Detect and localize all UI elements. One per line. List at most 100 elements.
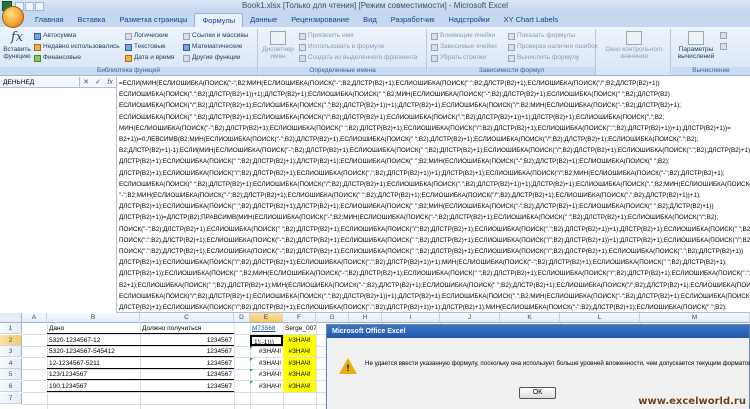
formula-text-line: "-";B2;МИН(ЕСЛИОШИБКА(ПОИСК("-";B2);ДЛСТ… bbox=[119, 192, 701, 200]
remove-arrows-button[interactable]: Убрать стрелки bbox=[431, 54, 486, 62]
cell-c3[interactable]: 1234567 bbox=[140, 346, 234, 358]
fx-icon[interactable]: fx bbox=[107, 79, 112, 86]
tab-data[interactable]: Данные bbox=[243, 13, 284, 27]
column-header-c[interactable]: C bbox=[140, 313, 234, 323]
cell-f2[interactable]: #ЗНАЧ! bbox=[283, 334, 316, 346]
logical-functions-button[interactable]: Логические bbox=[125, 32, 168, 40]
column-header-b[interactable]: B bbox=[47, 313, 140, 323]
datetime-functions-button[interactable]: Дата и время bbox=[125, 54, 174, 62]
formula-text-line: =ЕСЛИ(МИН(ЕСЛИОШИБКА(ПОИСК("-";B2;МИН(ЕС… bbox=[119, 80, 660, 87]
other-functions-button[interactable]: Другие функции bbox=[183, 54, 241, 62]
cell-e5[interactable]: #ЗНАЧ! bbox=[250, 369, 283, 380]
cell-f6[interactable]: #ЗНАЧ! bbox=[283, 381, 316, 392]
cell-f1[interactable]: Serge_007 bbox=[283, 323, 316, 334]
cell-b1[interactable]: Дано bbox=[47, 323, 140, 334]
cell-c2[interactable]: 1234567 bbox=[140, 335, 234, 346]
autosum-button[interactable]: Автосумма bbox=[34, 32, 76, 40]
cell-b5[interactable]: 123/1234567 bbox=[47, 369, 140, 381]
dialog-title: Microsoft Office Excel bbox=[327, 325, 749, 338]
tab-view[interactable]: Вид bbox=[356, 13, 384, 27]
cell-e1[interactable]: M73568 bbox=[250, 323, 283, 334]
column-header-g[interactable]: G bbox=[316, 313, 349, 323]
column-header-f[interactable]: F bbox=[283, 313, 316, 323]
cell-c5[interactable]: 1234567 bbox=[140, 369, 234, 381]
office-button[interactable] bbox=[2, 6, 24, 28]
calculation-options-button[interactable]: Параметры вычислений bbox=[676, 31, 716, 60]
cell-c4[interactable]: 1234567 bbox=[140, 358, 234, 369]
calculate-sheet-button[interactable] bbox=[720, 43, 727, 50]
create-from-selection-button[interactable]: Создать из выделенного фрагмента bbox=[299, 54, 417, 62]
use-in-formula-button[interactable]: Использовать в формуле bbox=[299, 43, 385, 51]
column-header-d[interactable]: D bbox=[234, 313, 250, 323]
row-header-3[interactable]: 3 bbox=[0, 346, 22, 358]
row-header-7[interactable]: 7 bbox=[0, 392, 22, 404]
column-header-j[interactable]: J bbox=[440, 313, 500, 323]
cell-f5[interactable]: #ЗНАЧ! bbox=[283, 369, 316, 381]
column-header-l[interactable]: L bbox=[560, 313, 640, 323]
tab-insert[interactable]: Вставка bbox=[71, 13, 113, 27]
recent-functions-button[interactable]: Недавно использовались bbox=[34, 43, 120, 51]
name-box[interactable]: ДЕНЬНЕД bbox=[0, 77, 80, 88]
lookup-icon bbox=[183, 32, 190, 40]
tab-home[interactable]: Главная bbox=[28, 13, 71, 27]
row-header-2[interactable]: 2 bbox=[0, 334, 22, 346]
watch-window-button[interactable]: Окно контрольного значения bbox=[601, 31, 667, 60]
name-manager-button[interactable]: Диспетчер имен bbox=[261, 31, 295, 60]
column-header-h[interactable]: H bbox=[349, 313, 382, 323]
cell-c6[interactable]: 1234567 bbox=[140, 381, 234, 392]
trace-dependents-button[interactable]: Зависимые ячейки bbox=[431, 43, 497, 51]
dialog-message: Не удается ввести указанную формулу, пос… bbox=[365, 360, 750, 367]
row-header-4[interactable]: 4 bbox=[0, 357, 22, 369]
error-indicator-icon[interactable] bbox=[250, 369, 253, 373]
group-watch-window: Окно контрольного значения bbox=[597, 29, 671, 75]
show-formulas-button[interactable]: Показать формулы bbox=[508, 32, 575, 40]
insert-function-button[interactable]: fx Вставить функцию bbox=[2, 31, 32, 61]
define-name-button[interactable]: Присвоить имя bbox=[299, 32, 354, 40]
trace-precedents-button[interactable]: Влияющие ячейки bbox=[431, 32, 495, 40]
error-indicator-icon[interactable] bbox=[250, 346, 253, 350]
calculate-now-button[interactable] bbox=[720, 32, 727, 39]
cell-e3[interactable]: #ЗНАЧ! bbox=[250, 346, 283, 357]
row-header-6[interactable]: 6 bbox=[0, 381, 22, 392]
group-label-formula-auditing: Зависимости формул bbox=[428, 67, 595, 75]
cell-f3[interactable]: #ЗНАЧ! bbox=[283, 346, 316, 358]
cell-b2[interactable]: 5320-1234567-12 bbox=[47, 335, 140, 346]
lookup-functions-button[interactable]: Ссылки и массивы bbox=[183, 32, 248, 40]
column-header-m[interactable]: M bbox=[640, 313, 750, 323]
column-header-a[interactable]: A bbox=[22, 313, 47, 323]
formula-text-line: B2+1);ЕСЛИОШИБКА(ПОИСК(" ";B2);ДЛСТР(B2)… bbox=[119, 281, 750, 289]
column-header-i[interactable]: I bbox=[382, 313, 440, 323]
enter-icon[interactable]: ✓ bbox=[95, 78, 101, 86]
row-header-5[interactable]: 5 bbox=[0, 369, 22, 381]
tab-page-layout[interactable]: Разметка страницы bbox=[112, 13, 194, 27]
tab-developer[interactable]: Разработчик bbox=[384, 13, 442, 27]
cancel-icon[interactable]: ✕ bbox=[83, 78, 89, 86]
tab-xy-chart-labels[interactable]: XY Chart Labels bbox=[497, 13, 565, 27]
evaluate-formula-button[interactable]: Вычислить формулу bbox=[508, 54, 579, 62]
financial-functions-button[interactable]: Финансовые bbox=[34, 54, 81, 62]
error-checking-button[interactable]: Проверка наличия ошибок bbox=[508, 43, 598, 51]
cell-b3[interactable]: 5320-1234567-545412 bbox=[47, 346, 140, 358]
error-indicator-icon[interactable] bbox=[250, 381, 253, 384]
tab-addins[interactable]: Надстройки bbox=[441, 13, 496, 27]
select-all-corner[interactable] bbox=[0, 313, 22, 323]
ok-button[interactable]: ОК bbox=[519, 387, 556, 399]
watermark: www.excelworld.ru bbox=[638, 396, 746, 407]
cell-f4[interactable]: #ЗНАЧ! bbox=[283, 357, 316, 369]
cell-e4[interactable]: #ЗНАЧ! bbox=[250, 358, 283, 369]
cell-c1[interactable]: Должно получиться bbox=[140, 323, 234, 334]
cell-e6[interactable]: #ЗНАЧ! bbox=[250, 381, 283, 392]
formula-bar-left-area bbox=[0, 88, 116, 313]
tab-formulas[interactable]: Формулы bbox=[194, 13, 244, 27]
formula-input[interactable]: =ЕСЛИ(МИН(ЕСЛИОШИБКА(ПОИСК("-";B2;МИН(ЕС… bbox=[116, 77, 750, 313]
math-functions-button[interactable]: Математические bbox=[183, 43, 242, 51]
text-functions-button[interactable]: Текстовые bbox=[125, 43, 166, 51]
cell-b4[interactable]: 12-1234567-5211 bbox=[47, 358, 140, 369]
tab-review[interactable]: Рецензирование bbox=[284, 13, 356, 27]
row-header-1[interactable]: 1 bbox=[0, 323, 22, 334]
cell-b6[interactable]: 100.1234567 bbox=[47, 381, 140, 392]
error-indicator-icon[interactable] bbox=[250, 357, 253, 361]
cell-e2[interactable]: 1);-1))) bbox=[250, 334, 283, 346]
column-header-e[interactable]: E bbox=[250, 313, 283, 323]
column-header-k[interactable]: K bbox=[500, 313, 560, 323]
